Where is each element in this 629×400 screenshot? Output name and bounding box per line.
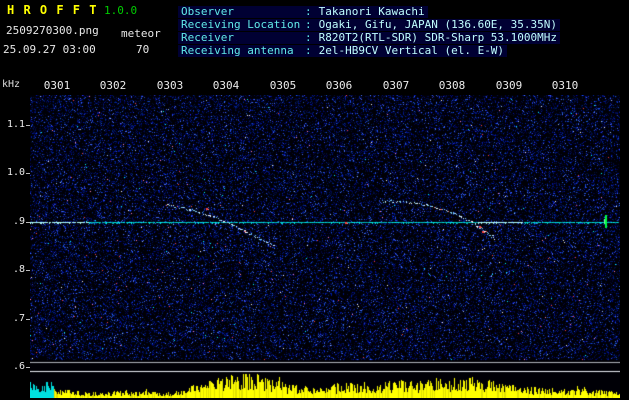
station-info: Observer: Takanori Kawachi Receiving Loca… (178, 6, 561, 58)
time-axis-label: 0302 (99, 79, 127, 92)
info-row-location: Receiving Location: Ogaki, Gifu, JAPAN (1… (178, 18, 561, 31)
info-value: R820T2(RTL-SDR) SDR-Sharp 53.1000MHz (318, 31, 558, 44)
info-colon: : (305, 31, 312, 44)
info-colon: : (305, 5, 312, 18)
time-axis-label: 0301 (43, 79, 71, 92)
info-label: Receiver (181, 31, 234, 44)
info-row-antenna: Receiving antenna:2el-HB9CV Vertical (el… (178, 44, 508, 57)
time-axis-label: 0303 (156, 79, 184, 92)
info-label: Receiving antenna (181, 44, 294, 57)
time-axis-label: 0306 (325, 79, 353, 92)
info-row-receiver: Receiver: R820T2(RTL-SDR) SDR-Sharp 53.10… (178, 31, 561, 44)
info-value: Takanori Kawachi (318, 5, 425, 18)
app-title: H R O F F T (7, 3, 98, 17)
time-axis-label: 0310 (551, 79, 579, 92)
info-row-observer: Observer: Takanori Kawachi (178, 6, 428, 18)
time-axis-label: 0307 (382, 79, 410, 92)
freq-axis-label: .6 (12, 361, 25, 372)
echo-count: 70 (136, 43, 150, 56)
info-value: Ogaki, Gifu, JAPAN (136.60E, 35.35N) (318, 18, 558, 31)
hrofft-screen: H R O F F T 1.0.0 2509270300.png meteor … (0, 0, 629, 400)
freq-axis-label: 1.1 (6, 119, 25, 130)
info-colon: : (305, 18, 312, 31)
time-axis-label: 0309 (495, 79, 523, 92)
freq-axis-label: .9 (12, 216, 25, 227)
mode-label: meteor (121, 27, 161, 40)
freq-axis-label: 1.0 (6, 167, 25, 178)
freq-axis-label: .7 (12, 313, 25, 324)
time-axis-label: 0308 (438, 79, 466, 92)
freq-axis-unit: kHz (2, 79, 21, 90)
spectrogram-canvas (30, 95, 620, 398)
time-axis-label: 0304 (212, 79, 240, 92)
info-label: Receiving Location (181, 18, 301, 31)
output-filename: 2509270300.png (6, 24, 99, 37)
info-colon: : (305, 44, 312, 57)
freq-axis-label: .8 (12, 264, 25, 275)
info-label: Observer (181, 5, 234, 18)
info-value: 2el-HB9CV Vertical (el. E-W) (318, 44, 505, 57)
app-version: 1.0.0 (104, 4, 138, 17)
time-axis-label: 0305 (269, 79, 297, 92)
observation-timestamp: 25.09.27 03:00 (3, 43, 96, 56)
